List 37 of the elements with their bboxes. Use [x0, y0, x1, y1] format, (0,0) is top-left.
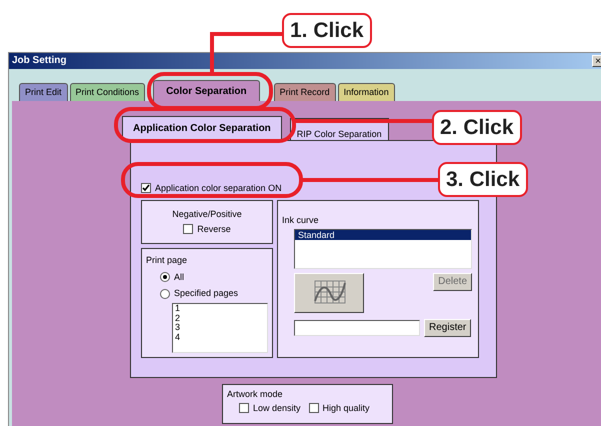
checkbox[interactable] [239, 403, 249, 414]
checkbox[interactable] [183, 224, 194, 234]
group-title: Print page [146, 254, 188, 266]
tab[interactable]: Print Conditions [70, 83, 146, 101]
tab[interactable]: Print Record [274, 83, 336, 101]
register-button[interactable]: Register [424, 318, 472, 337]
radio-button[interactable] [160, 272, 170, 282]
checkbox-label: High quality [322, 402, 370, 414]
callout-label: 1. Click [282, 13, 372, 48]
checkbox-label: Low density [253, 402, 301, 414]
checkbox[interactable] [141, 183, 151, 194]
list-item[interactable]: 4 [175, 332, 265, 342]
leader-line [210, 32, 282, 74]
close-button[interactable]: × [592, 55, 601, 67]
list-item[interactable]: Standard [295, 230, 471, 240]
group-title: Negative/Positive [171, 208, 243, 220]
callout-label: 3. Click [438, 162, 528, 197]
list-item[interactable]: 1 [175, 304, 265, 314]
window-title: Job Setting [12, 55, 66, 67]
page-list[interactable]: 1 2 3 4 [172, 303, 268, 354]
list-item[interactable]: 2 [175, 314, 265, 324]
callout-label: 2. Click [432, 110, 522, 145]
tab[interactable]: Print Edit [19, 83, 68, 101]
curve-graph-button[interactable] [294, 272, 364, 313]
checkbox-label: Reverse [197, 224, 231, 234]
name-input-field[interactable] [294, 320, 420, 336]
tab[interactable]: Information [338, 83, 395, 101]
checkbox[interactable] [308, 403, 319, 414]
group-title: Artwork mode [227, 389, 284, 400]
list-item[interactable]: 3 [175, 323, 265, 332]
radio-button[interactable] [160, 288, 170, 299]
checkbox-label: Application color separation ON [155, 183, 282, 194]
tab[interactable]: Color Separation [153, 80, 260, 101]
radio-label: Specified pages [174, 288, 238, 300]
radio-label: All [174, 272, 184, 282]
sub-tab[interactable]: Application Color Separation [122, 116, 282, 140]
group-title: Ink curve [282, 214, 320, 226]
